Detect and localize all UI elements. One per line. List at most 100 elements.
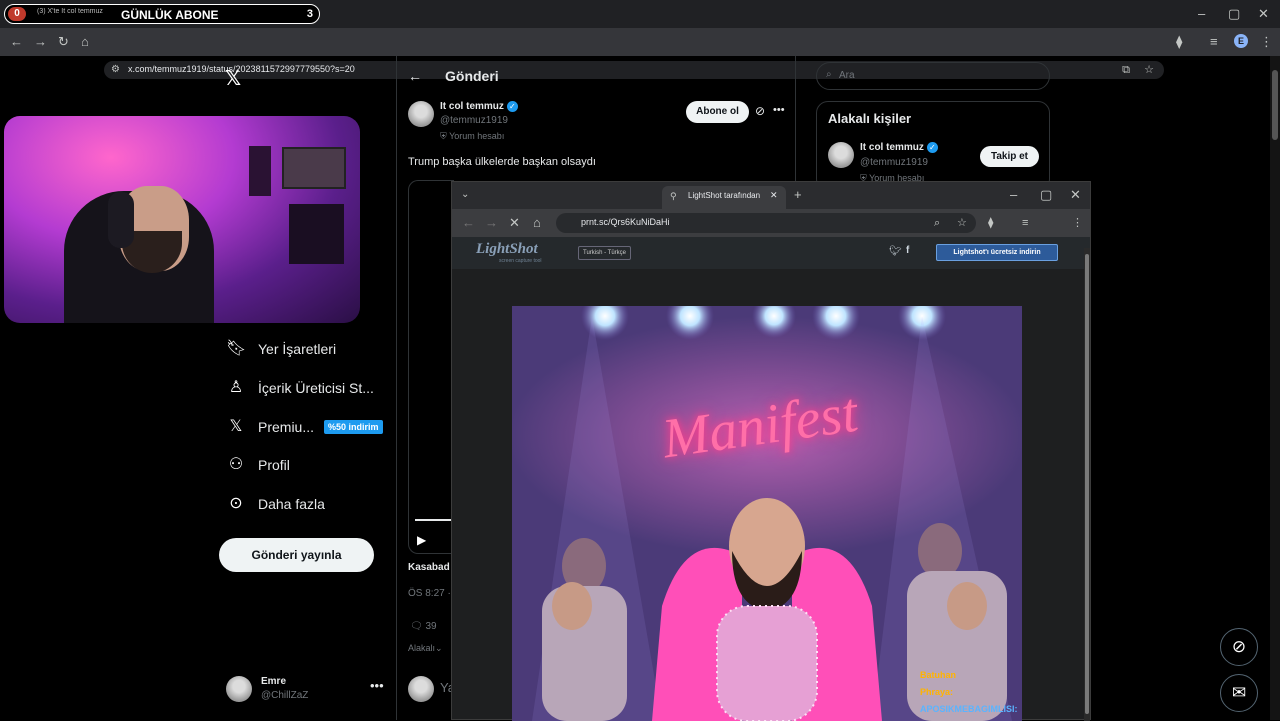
ls-minimize-icon[interactable]: –	[1010, 188, 1017, 202]
bookmark-icon: 🔖︎	[226, 340, 247, 357]
lightshot-logo[interactable]: LightShot	[476, 241, 538, 258]
sidebar-item-profile[interactable]: ⚇ Profil	[226, 453, 290, 477]
subscribe-button[interactable]: Abone ol	[686, 101, 749, 123]
performer-scene	[512, 306, 1022, 721]
media-icon[interactable]: ≡	[1210, 35, 1218, 49]
scrollbar-thumb[interactable]	[1272, 70, 1278, 140]
related-people-panel: Alakalı kişiler It col temmuz ✓ @temmuz19…	[816, 101, 1050, 191]
post-button[interactable]: Gönderi yayınla	[219, 538, 374, 572]
post-video[interactable]: ▶	[408, 180, 455, 554]
premium-discount-badge: %50 indirim	[324, 420, 383, 434]
reload-icon[interactable]: ↻	[58, 35, 69, 49]
back-arrow-icon[interactable]: ←	[408, 68, 422, 84]
account-switcher[interactable]: Emre @ChillZaZ •••	[226, 672, 386, 706]
ls-extensions-icon[interactable]: ⧫	[988, 216, 993, 230]
webcam-overlay	[4, 116, 360, 323]
screenshot-image: Manifest	[512, 306, 1022, 721]
extensions-icon[interactable]: ⧫	[1176, 35, 1182, 49]
sidebar-item-premium[interactable]: 𝕏 Premiu... %50 indirim	[226, 415, 383, 439]
twitter-icon[interactable]: 🐦︎	[889, 246, 902, 257]
sidebar-item-creator-studio[interactable]: ♙ İçerik Üreticisi St...	[226, 376, 374, 400]
maximize-icon[interactable]: ▢	[1228, 7, 1240, 21]
user-handle: @ChillZaZ	[261, 690, 309, 701]
tab-favicon-icon: ⚲	[670, 191, 677, 201]
label-icon: ⛨	[440, 131, 447, 141]
forward-icon[interactable]: →	[34, 35, 47, 49]
counter-left: 0	[8, 7, 26, 21]
tab-search-icon[interactable]: ⌄	[461, 188, 469, 202]
reply-action[interactable]: 🗨︎ 39	[410, 621, 437, 632]
ls-star-icon[interactable]: ☆	[957, 216, 967, 230]
lightshot-scrollbar-thumb[interactable]	[1085, 254, 1089, 714]
lightshot-address-bar[interactable]: prnt.sc/Qrs6KuNiDaHi	[556, 213, 976, 233]
shelf	[289, 204, 344, 264]
ls-back-icon[interactable]: ←	[462, 216, 475, 230]
user-avatar	[226, 676, 252, 702]
page-title: Gönderi	[445, 68, 499, 84]
sidebar-item-bookmarks[interactable]: 🔖︎ Yer İşaretleri	[226, 337, 336, 361]
download-button[interactable]: Lightshot'ı ücretsiz indirin	[936, 244, 1058, 261]
ls-media-icon[interactable]: ≡	[1022, 216, 1028, 230]
search-input[interactable]: ⌕ Ara	[816, 62, 1050, 90]
ls-stop-icon[interactable]: ✕	[509, 216, 520, 230]
more-icon: ⊙	[229, 495, 243, 512]
profile-avatar[interactable]: E	[1234, 34, 1248, 48]
post-more-icon[interactable]: •••	[773, 104, 785, 116]
site-info-icon[interactable]: ⚙	[111, 63, 120, 77]
back-icon[interactable]: ←	[10, 35, 23, 49]
video-progress-bar[interactable]	[415, 519, 455, 521]
search-placeholder: Ara	[839, 70, 855, 81]
ls-maximize-icon[interactable]: ▢	[1040, 188, 1052, 202]
new-tab-icon[interactable]: +	[794, 188, 802, 202]
post-text: Trump başka ülkelerde başkan olsaydı	[408, 156, 596, 168]
user-name: Emre	[261, 676, 287, 687]
sidebar-item-more[interactable]: ⊙ Daha fazla	[226, 492, 325, 516]
creator-studio-icon: ♙	[228, 379, 244, 396]
lightshot-site-header: LightShot screen capture tool Turkish - …	[452, 237, 1090, 269]
counter-label: GÜNLÜK ABONE	[121, 8, 219, 22]
browser-tab-bar: 0 (3) X'te It col temmuz GÜNLÜK ABONE 3 …	[0, 0, 1280, 28]
bookmark-star-icon[interactable]: ☆	[1144, 63, 1154, 77]
browser-tab-title[interactable]: (3) X'te It col temmuz	[37, 8, 127, 15]
post-timestamp: ÖS 8:27 ·	[408, 588, 451, 599]
play-icon[interactable]: ▶	[417, 533, 426, 547]
wall-poster	[282, 147, 346, 189]
menu-icon[interactable]: ⋮	[1260, 35, 1273, 49]
page-scrollbar[interactable]	[1270, 56, 1280, 720]
close-icon[interactable]: ✕	[1258, 7, 1269, 21]
grok-floating-icon[interactable]: ⊘	[1220, 628, 1258, 666]
author-name[interactable]: It col temmuz ✓	[440, 101, 518, 112]
url-text: x.com/temmuz1919/status/2023811572997779…	[128, 64, 355, 74]
related-person-name[interactable]: It col temmuz ✓	[860, 142, 938, 153]
ls-zoom-icon[interactable]: ⌕	[934, 216, 940, 230]
profile-icon: ⚇	[228, 456, 244, 473]
related-title: Alakalı kişiler	[828, 111, 912, 126]
minimize-icon[interactable]: –	[1198, 7, 1205, 21]
reply-icon: 🗨︎	[410, 621, 423, 632]
lightshot-scrollbar[interactable]	[1084, 248, 1090, 721]
browser-toolbar: ← → ↻ ⌂ ⚙ x.com/temmuz1919/status/202381…	[0, 28, 1280, 79]
home-icon[interactable]: ⌂	[81, 35, 89, 49]
lightshot-toolbar: ← → ✕ ⌂ prnt.sc/Qrs6KuNiDaHi ⌕ ☆ ⧫ ≡ ⋮	[452, 209, 1090, 237]
messages-icon[interactable]: ✉	[1220, 674, 1258, 712]
lightshot-browser-window: ⌄ ⚲ LightShot tarafından ✕ + – ▢ ✕ ← → ✕…	[451, 181, 1091, 721]
author-avatar[interactable]	[408, 101, 434, 127]
install-icon[interactable]: ⧉	[1122, 63, 1130, 77]
tab-close-icon[interactable]: ✕	[770, 190, 778, 201]
lightshot-tab-bar: ⌄ ⚲ LightShot tarafından ✕ + – ▢ ✕	[452, 182, 1090, 209]
ls-home-icon[interactable]: ⌂	[533, 216, 541, 230]
ls-menu-icon[interactable]: ⋮	[1072, 216, 1083, 230]
related-person-handle: @temmuz1919	[860, 157, 928, 168]
ls-close-icon[interactable]: ✕	[1070, 188, 1081, 202]
related-person-avatar[interactable]	[828, 142, 854, 168]
follow-button[interactable]: Takip et	[980, 146, 1039, 167]
grok-icon[interactable]: ⊘	[755, 104, 765, 118]
ls-forward-icon[interactable]: →	[485, 216, 498, 230]
more-options-icon[interactable]: •••	[370, 678, 384, 693]
author-label: ⛨ Yorum hesabı	[440, 131, 505, 141]
x-logo-icon[interactable]: 𝕏	[225, 66, 241, 91]
language-select[interactable]: Turkish - Türkçe	[578, 246, 632, 260]
reply-sort-dropdown[interactable]: Alakalı⌄	[408, 643, 443, 654]
lightshot-tab[interactable]: ⚲ LightShot tarafından ✕	[662, 186, 786, 209]
facebook-icon[interactable]: f	[906, 245, 909, 256]
